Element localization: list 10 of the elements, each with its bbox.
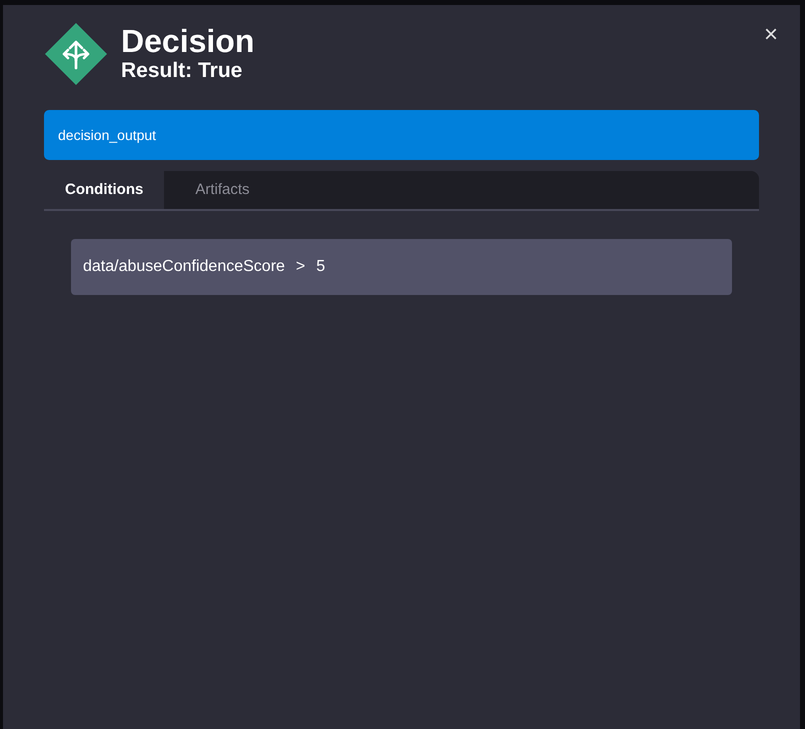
output-bar: decision_output (44, 110, 759, 160)
result-text: Result: True (121, 59, 244, 82)
close-button[interactable]: × (760, 21, 782, 49)
dialog-title: Decision (121, 24, 254, 60)
tab[interactable]: Artifacts (164, 171, 278, 209)
decision-icon (44, 22, 108, 86)
condition-operator: > (296, 257, 306, 277)
condition-value: 5 (316, 257, 326, 277)
tab[interactable]: Conditions (44, 171, 164, 209)
condition-field: data/abuseConfidenceScore (83, 255, 285, 279)
